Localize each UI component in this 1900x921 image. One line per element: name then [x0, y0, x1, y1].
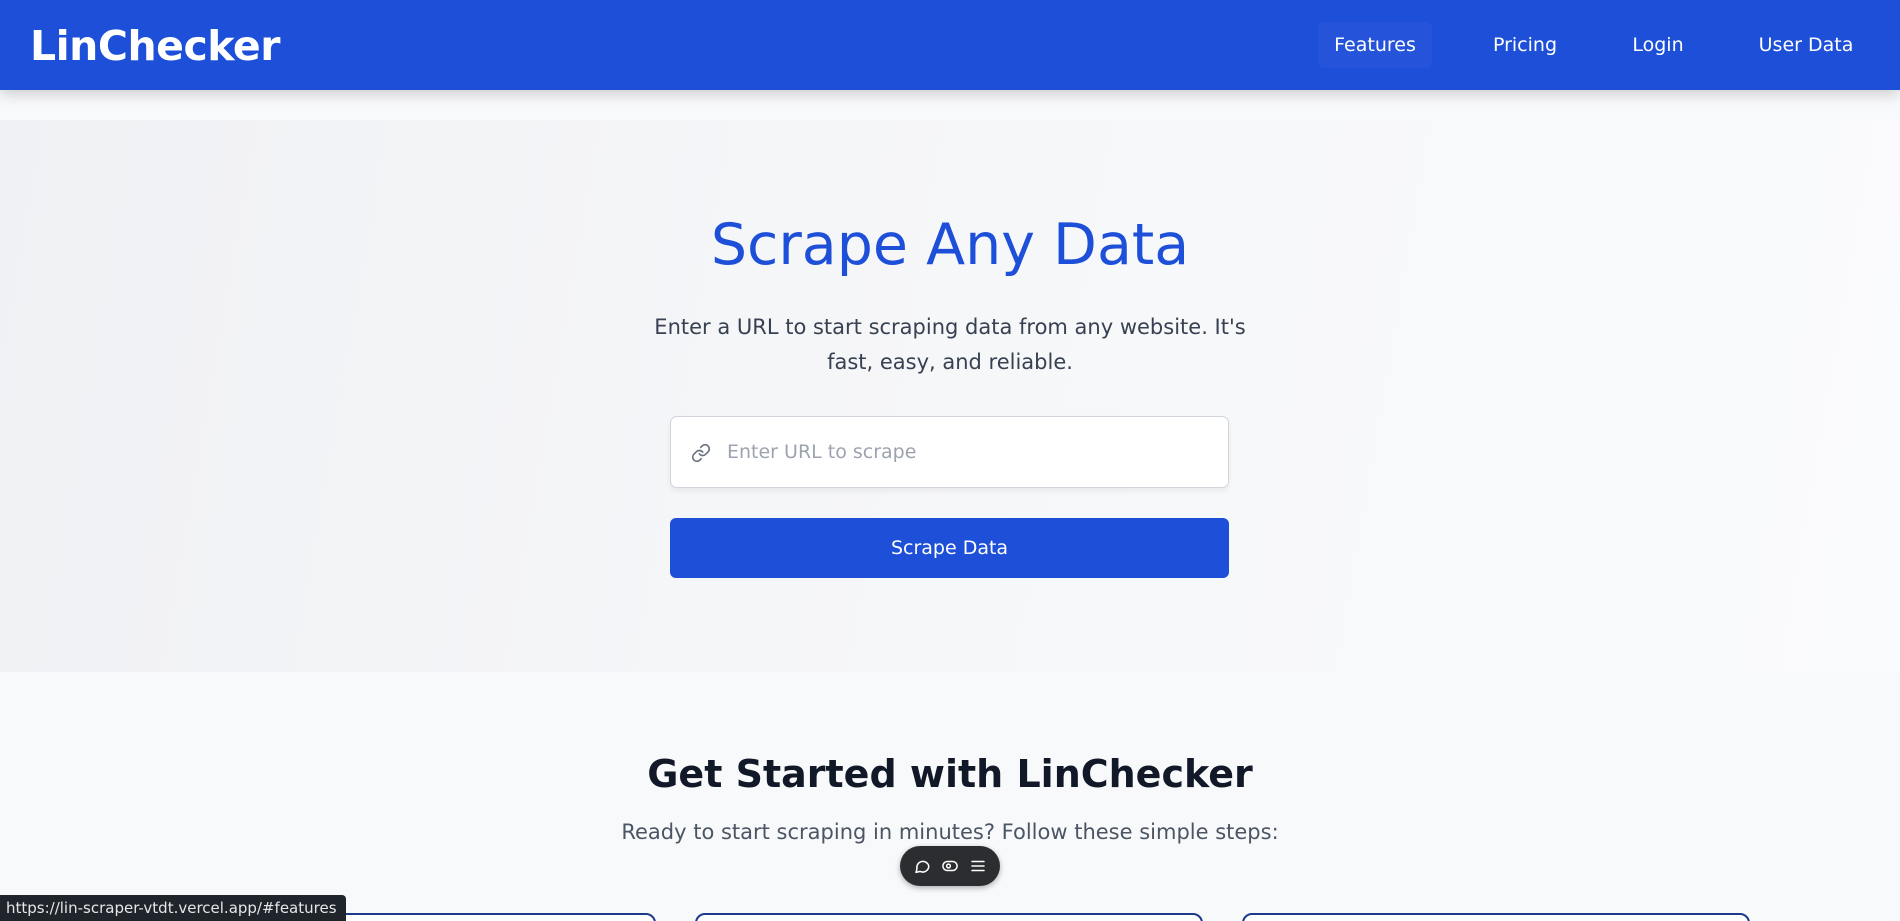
chat-icon[interactable]: [913, 857, 931, 875]
menu-icon[interactable]: [969, 857, 987, 875]
hero-section: Scrape Any Data Enter a URL to start scr…: [0, 120, 1900, 672]
hero-title: Scrape Any Data: [710, 212, 1190, 278]
brand-logo[interactable]: LinChecker: [30, 22, 280, 70]
link-icon: [691, 443, 711, 463]
get-started-title: Get Started with LinChecker: [647, 752, 1253, 796]
step-card-3: [1242, 913, 1750, 921]
nav-item-pricing[interactable]: Pricing: [1475, 22, 1575, 68]
status-bar-url: https://lin-scraper-vtdt.vercel.app/#fea…: [0, 895, 346, 921]
nav-item-features[interactable]: Features: [1318, 22, 1432, 68]
eye-icon[interactable]: [941, 857, 959, 875]
url-input[interactable]: [727, 418, 1217, 486]
step-card-2: [695, 913, 1203, 921]
floating-toolbar: [900, 846, 1000, 886]
hero-subtitle: Enter a URL to start scraping data from …: [654, 315, 1246, 374]
scrape-data-button[interactable]: Scrape Data: [670, 518, 1229, 578]
url-input-container[interactable]: [670, 416, 1229, 488]
navbar: LinChecker Features Pricing Login User D…: [0, 0, 1900, 90]
nav-item-user-data[interactable]: User Data: [1750, 22, 1862, 68]
nav-item-login[interactable]: Login: [1620, 22, 1696, 68]
get-started-subtitle: Ready to start scraping in minutes? Foll…: [621, 820, 1279, 844]
